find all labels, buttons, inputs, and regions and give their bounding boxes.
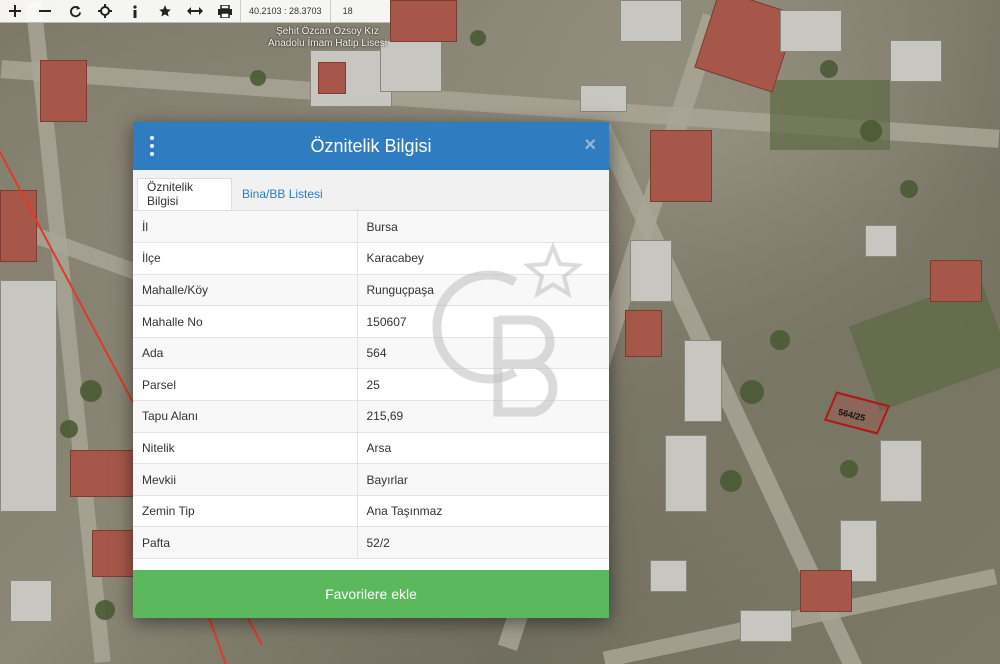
map-building: [10, 580, 52, 622]
map-tree: [95, 600, 115, 620]
map-building: [580, 85, 627, 112]
attribute-value: Bursa: [357, 211, 609, 244]
attribute-key: İlçe: [133, 242, 358, 275]
map-building: [665, 435, 707, 512]
attribute-info-modal: Öznitelik Bilgisi × Öznitelik Bilgisi Bi…: [133, 122, 609, 618]
attribute-value: 52/2: [357, 526, 609, 560]
attribute-value: Bayırlar: [357, 463, 609, 496]
attribute-key: Nitelik: [133, 432, 358, 465]
table-row: Nitelik Arsa: [133, 432, 609, 465]
map-building: [0, 190, 37, 262]
map-toolbar: 40.2103 : 28.3703 18: [0, 0, 390, 23]
attribute-value: 564: [357, 337, 609, 370]
map-building: [800, 570, 852, 612]
table-row: Zemin Tip Ana Taşınmaz: [133, 495, 609, 528]
map-building: [880, 440, 922, 502]
map-building: [625, 310, 662, 357]
tab-building-list[interactable]: Bina/BB Listesi: [233, 178, 332, 210]
modal-tabs: Öznitelik Bilgisi Bina/BB Listesi: [133, 170, 609, 211]
map-building: [780, 10, 842, 52]
modal-title: Öznitelik Bilgisi: [310, 135, 432, 156]
crosshair-icon[interactable]: [90, 0, 120, 22]
attribute-value: 25: [357, 368, 609, 402]
table-row: Mahalle/Köy Runguçpaşa: [133, 274, 609, 307]
map-building: [40, 60, 87, 122]
map-tree: [80, 380, 102, 402]
attribute-key: Mevkii: [133, 463, 358, 496]
map-building: [380, 40, 442, 92]
table-row: Ada 564: [133, 337, 609, 370]
refresh-icon[interactable]: [60, 0, 90, 22]
attribute-key: Pafta: [133, 526, 358, 560]
map-tree: [720, 470, 742, 492]
map-building: [650, 560, 687, 592]
map-building: [70, 450, 134, 497]
coordinate-readout: 40.2103 : 28.3703: [240, 0, 330, 22]
attribute-value: 215,69: [357, 400, 609, 433]
map-building: [740, 610, 792, 642]
attribute-value: Runguçpaşa: [357, 274, 609, 307]
print-icon[interactable]: [210, 0, 240, 22]
map-building: [0, 280, 57, 512]
star-icon[interactable]: [150, 0, 180, 22]
tab-attribute-info[interactable]: Öznitelik Bilgisi: [137, 178, 232, 210]
attribute-key: İl: [133, 211, 358, 244]
minus-icon[interactable]: [30, 0, 60, 22]
info-icon[interactable]: [120, 0, 150, 22]
map-building: [630, 240, 672, 302]
map-tree: [470, 30, 486, 46]
table-row: Pafta 52/2: [133, 526, 609, 560]
map-tree: [60, 420, 78, 438]
map-building: [390, 0, 457, 42]
map-tree: [860, 120, 882, 142]
table-row: Mevkii Bayırlar: [133, 463, 609, 496]
map-building: [92, 530, 134, 577]
modal-header: Öznitelik Bilgisi ×: [133, 122, 609, 170]
attribute-value: 150607: [357, 305, 609, 338]
measure-icon[interactable]: [180, 0, 210, 22]
map-tree: [820, 60, 838, 78]
attribute-key: Parsel: [133, 368, 358, 402]
map-building: [865, 225, 897, 257]
attribute-key: Mahalle No: [133, 305, 358, 338]
attribute-value: Ana Taşınmaz: [357, 495, 609, 528]
attribute-key: Tapu Alanı: [133, 400, 358, 433]
table-row: İl Bursa: [133, 211, 609, 244]
map-building: [930, 260, 982, 302]
map-tree: [900, 180, 918, 198]
attribute-table: İl Bursa İlçe Karacabey Mahalle/Köy Runguçp…: [133, 211, 609, 560]
school-label-line1: Şehit Özcan Özsoy Kız: [276, 26, 379, 37]
school-map-label: Şehit Özcan Özsoy Kız Anadolu İmam Hatip…: [268, 26, 387, 50]
map-building: [620, 0, 682, 42]
attribute-value: Karacabey: [357, 242, 609, 275]
map-tree: [250, 70, 266, 86]
map-building: [650, 130, 712, 202]
plus-icon[interactable]: [0, 0, 30, 22]
map-building: [684, 340, 722, 422]
map-building: [890, 40, 942, 82]
attribute-key: Ada: [133, 337, 358, 370]
table-row: Tapu Alanı 215,69: [133, 400, 609, 433]
close-icon[interactable]: ×: [584, 134, 596, 157]
attribute-key: Zemin Tip: [133, 495, 358, 528]
table-row: İlçe Karacabey: [133, 242, 609, 275]
attribute-key: Mahalle/Köy: [133, 274, 358, 307]
map-tree: [770, 330, 790, 350]
attribute-value: Arsa: [357, 432, 609, 465]
more-vertical-icon[interactable]: [149, 136, 155, 156]
map-building: [318, 62, 346, 94]
table-row: Mahalle No 150607: [133, 305, 609, 338]
add-to-favorites-button[interactable]: Favorilere ekle: [133, 570, 609, 618]
school-label-line2: Anadolu İmam Hatip Lisesi: [268, 38, 387, 49]
map-tree: [740, 380, 764, 404]
zoom-level-readout: 18: [329, 0, 365, 22]
table-row: Parsel 25: [133, 368, 609, 402]
map-tree: [840, 460, 858, 478]
